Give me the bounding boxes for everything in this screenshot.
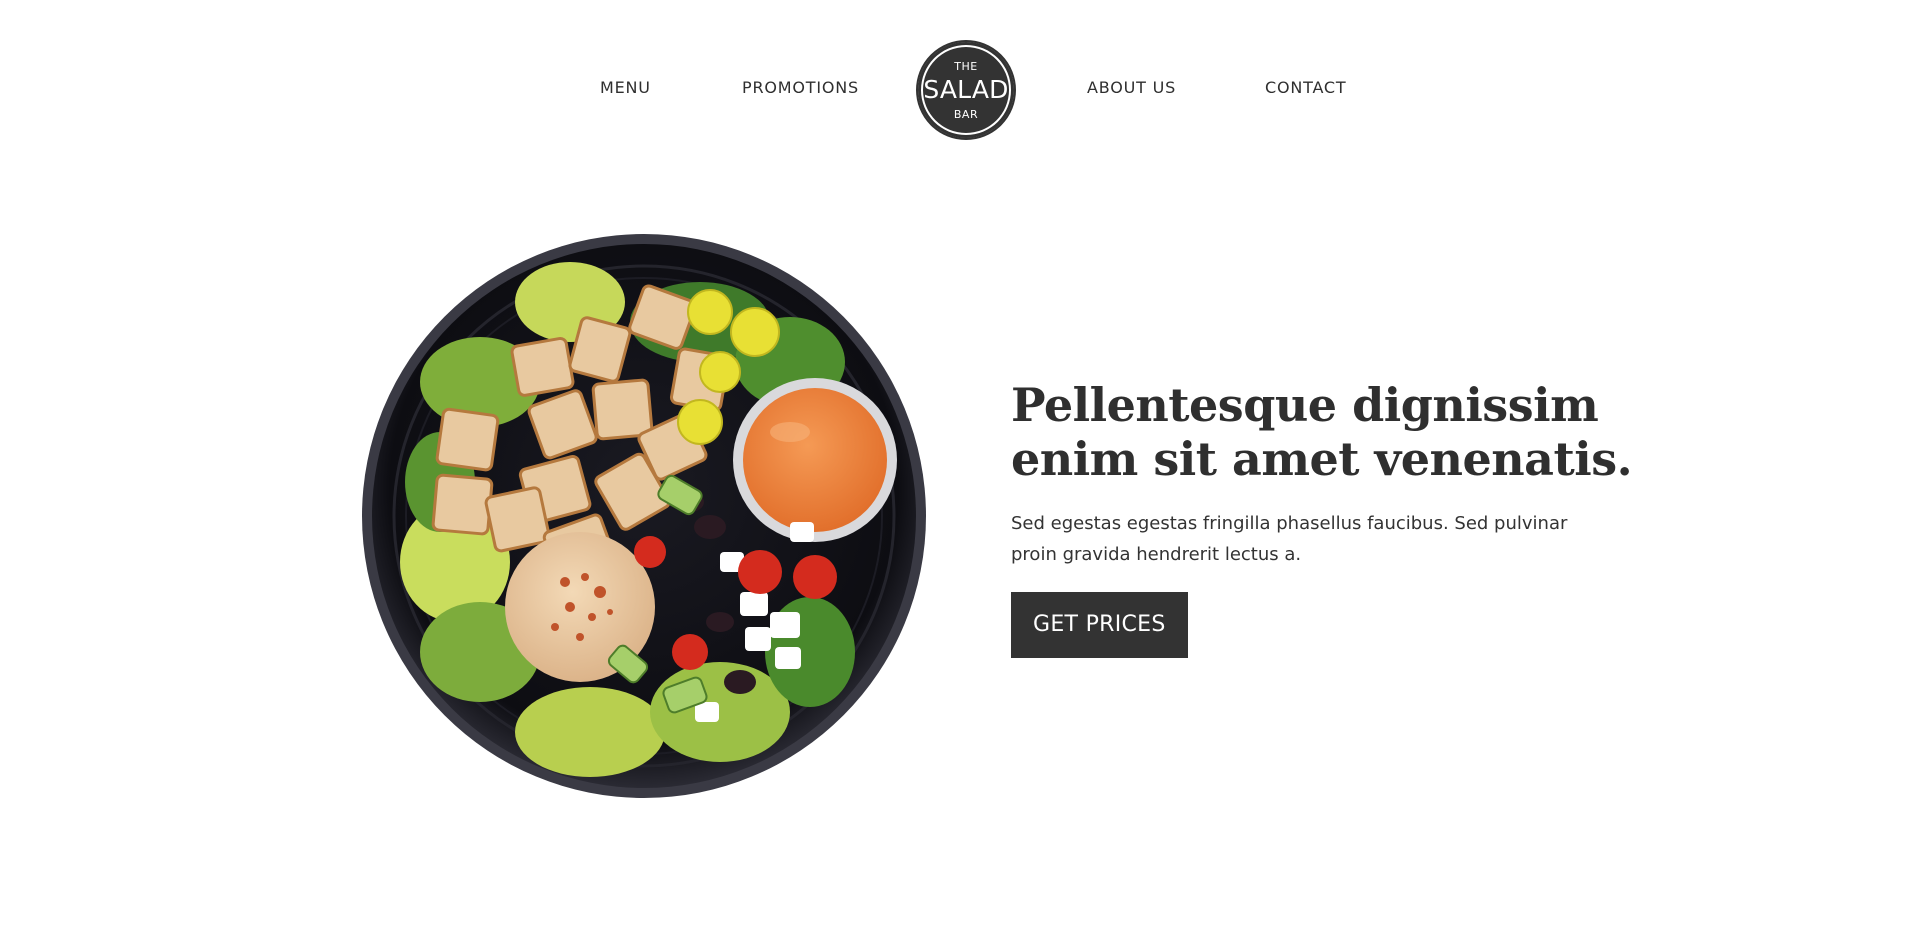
hero-title-line-2: enim sit amet venenatis. — [1011, 432, 1633, 486]
get-prices-button[interactable]: GET PRICES — [1011, 592, 1188, 658]
salad-bowl-illustration — [362, 234, 926, 798]
logo-text-bar: BAR — [953, 107, 979, 121]
nav-link-about-us[interactable]: ABOUT US — [1087, 78, 1176, 98]
nav-link-contact[interactable]: CONTACT — [1265, 78, 1346, 98]
hero-title-line-1: Pellentesque dignissim — [1011, 378, 1599, 432]
hero-section: Pellentesque dignissim enim sit amet ven… — [1011, 378, 1633, 658]
landing-page: MENU PROMOTIONS THE SALAD BAR ABOUT US C… — [0, 0, 1920, 937]
top-navigation: MENU PROMOTIONS THE SALAD BAR ABOUT US C… — [0, 20, 1920, 140]
logo-text-salad: SALAD — [923, 74, 1009, 104]
salad-bar-logo[interactable]: THE SALAD BAR — [916, 40, 1016, 140]
hero-description-line-2: proin gravida hendrerit lectus a. — [1011, 544, 1302, 565]
hero-title: Pellentesque dignissim enim sit amet ven… — [1011, 378, 1633, 486]
nav-link-promotions[interactable]: PROMOTIONS — [742, 78, 859, 98]
hero-description: Sed egestas egestas fringilla phasellus … — [1011, 508, 1571, 570]
hero-description-line-1: Sed egestas egestas fringilla phasellus … — [1011, 513, 1568, 534]
nav-link-menu[interactable]: MENU — [600, 78, 651, 98]
logo-text-the: THE — [954, 59, 978, 73]
salad-bowl-image — [360, 232, 928, 800]
